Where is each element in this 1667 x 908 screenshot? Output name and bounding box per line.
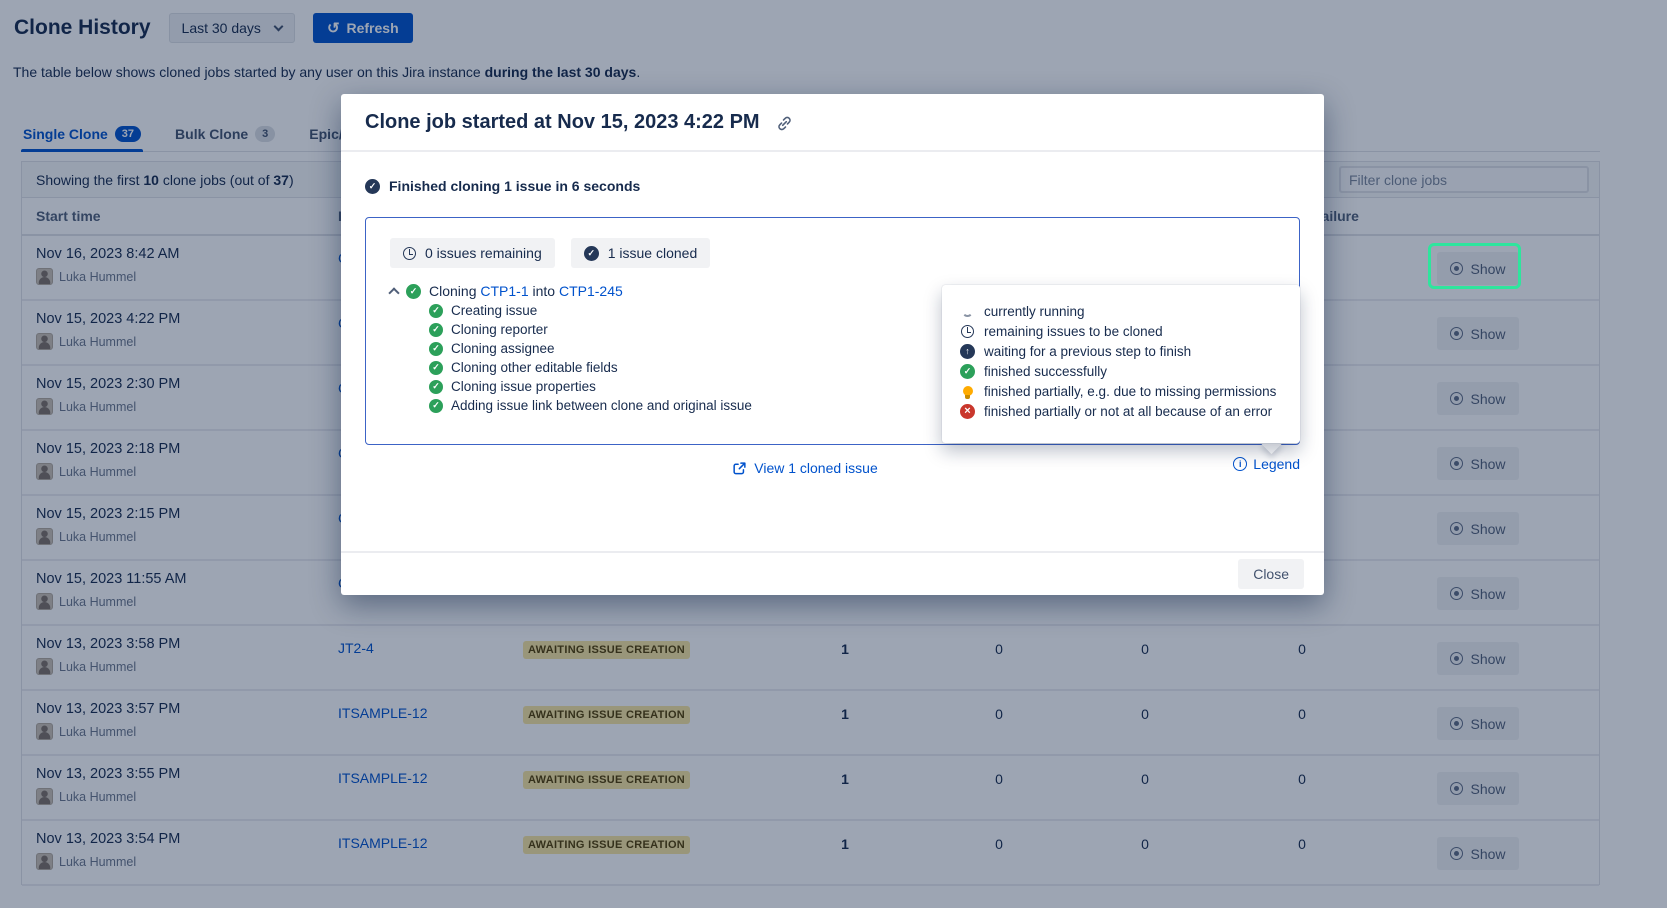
copy-link-icon[interactable]	[776, 115, 793, 132]
legend-item: finished partially, e.g. due to missing …	[960, 381, 1282, 401]
modal-footer: Close	[341, 551, 1324, 595]
clone-step: Cloning reporter	[429, 320, 752, 339]
success-check-icon	[429, 304, 443, 318]
job-status-line: Finished cloning 1 issue in 6 seconds	[365, 178, 640, 194]
success-check-icon	[429, 361, 443, 375]
clock-icon	[961, 325, 974, 338]
spinner-icon	[962, 306, 973, 317]
legend-item-label: currently running	[984, 304, 1085, 319]
clone-tree: Cloning CTP1-1 into CTP1-245 Creating is…	[390, 281, 752, 415]
clock-icon	[960, 325, 975, 338]
lightbulb-icon	[963, 386, 973, 396]
clone-step: Adding issue link between clone and orig…	[429, 396, 752, 415]
close-button[interactable]: Close	[1238, 559, 1304, 589]
spinner-icon	[960, 306, 975, 317]
view-cloned-issue: View 1 cloned issue	[341, 460, 1269, 481]
source-issue-link[interactable]: CTP1-1	[480, 283, 528, 299]
legend-item-label: waiting for a previous step to finish	[984, 344, 1191, 359]
target-issue-link[interactable]: CTP1-245	[559, 283, 623, 299]
error-circle-icon	[960, 404, 975, 419]
error-circle-icon	[960, 404, 975, 419]
success-check-icon	[406, 284, 421, 299]
legend-item: finished successfully	[960, 361, 1282, 381]
modal-header: Clone job started at Nov 15, 2023 4:22 P…	[341, 94, 1324, 152]
clone-step-label: Adding issue link between clone and orig…	[451, 398, 752, 413]
clone-step: Cloning issue properties	[429, 377, 752, 396]
arrow-up-circle-icon	[960, 344, 975, 359]
clone-step-label: Creating issue	[451, 303, 537, 318]
success-check-icon	[429, 342, 443, 356]
lightbulb-icon	[960, 386, 975, 396]
success-check-icon	[429, 399, 443, 413]
legend-item: finished partially or not at all because…	[960, 401, 1282, 421]
progress-badge-label: 0 issues remaining	[425, 245, 542, 261]
chevron-up-icon[interactable]	[388, 287, 399, 298]
legend-item: currently running	[960, 301, 1282, 321]
external-link-icon	[732, 461, 747, 476]
view-cloned-issue-link[interactable]: View 1 cloned issue	[732, 460, 877, 476]
legend-popup: currently running remaining issues to be …	[942, 285, 1300, 443]
info-icon	[1233, 457, 1247, 471]
progress-badge: 1 issue cloned	[571, 238, 711, 268]
clone-step: Creating issue	[429, 301, 752, 320]
legend-item: remaining issues to be cloned	[960, 321, 1282, 341]
clone-step: Cloning other editable fields	[429, 358, 752, 377]
check-circle-icon	[365, 179, 380, 194]
success-check-icon	[429, 323, 443, 337]
progress-badge: 0 issues remaining	[390, 238, 555, 268]
clone-tree-root: Cloning CTP1-1 into CTP1-245	[390, 281, 752, 301]
arrow-up-circle-icon	[960, 344, 975, 359]
legend-item-label: remaining issues to be cloned	[984, 324, 1163, 339]
legend-item-label: finished partially or not at all because…	[984, 404, 1272, 419]
check-circle-icon	[960, 364, 975, 379]
legend-item: waiting for a previous step to finish	[960, 341, 1282, 361]
legend-link[interactable]: Legend	[1233, 456, 1300, 472]
highlight-ring	[1428, 243, 1521, 289]
success-check-icon	[429, 380, 443, 394]
clone-step-label: Cloning other editable fields	[451, 360, 618, 375]
legend-item-label: finished successfully	[984, 364, 1107, 379]
legend-item-label: finished partially, e.g. due to missing …	[984, 384, 1276, 399]
clone-step-label: Cloning reporter	[451, 322, 548, 337]
clone-step-label: Cloning issue properties	[451, 379, 596, 394]
clock-icon	[403, 247, 416, 260]
clone-step: Cloning assignee	[429, 339, 752, 358]
success-check-icon	[960, 364, 975, 379]
modal-title: Clone job started at Nov 15, 2023 4:22 P…	[365, 111, 760, 134]
progress-badges: 0 issues remaining 1 issue cloned	[390, 238, 710, 268]
progress-badge-label: 1 issue cloned	[608, 245, 698, 261]
clone-step-label: Cloning assignee	[451, 341, 555, 356]
check-circle-icon	[584, 246, 599, 261]
